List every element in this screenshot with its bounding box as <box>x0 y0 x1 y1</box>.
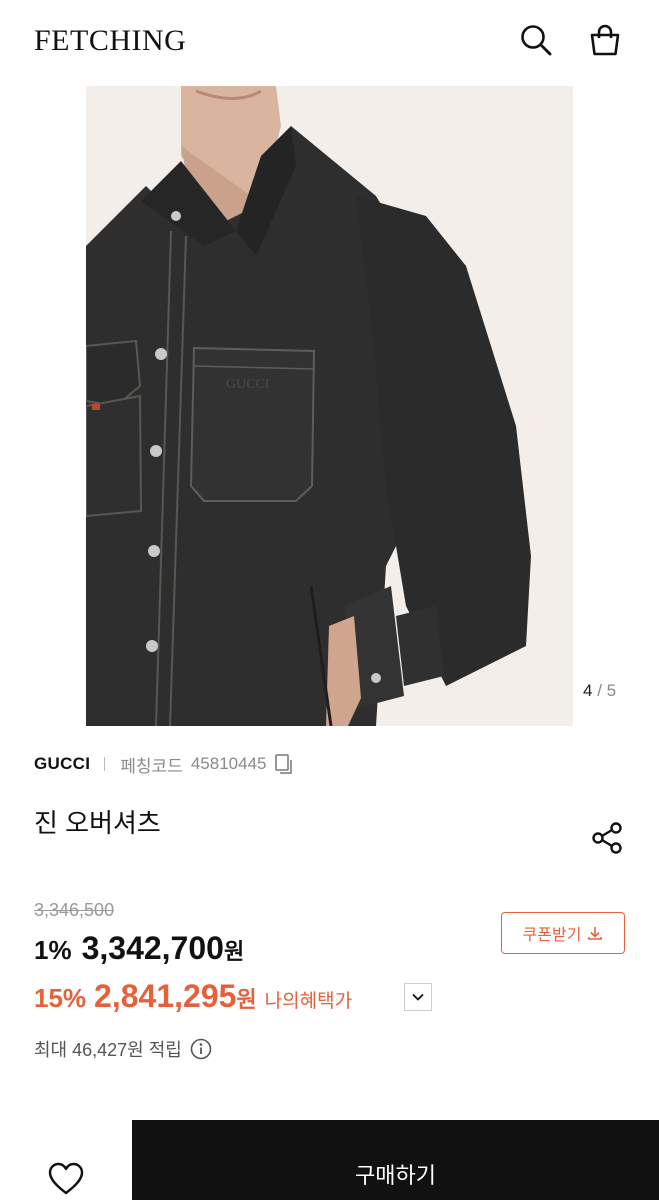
divider <box>104 757 106 771</box>
points-text: 최대 46,427원 적립 <box>34 1040 182 1060</box>
search-icon <box>521 25 552 56</box>
copy-code-button[interactable] <box>274 753 294 775</box>
share-button[interactable] <box>590 820 626 856</box>
coupon-label: 쿠폰받기 <box>522 927 582 944</box>
wishlist-button[interactable] <box>48 1162 84 1196</box>
my-benefit-label: 나의혜택가 <box>264 991 353 1012</box>
download-icon <box>588 927 603 940</box>
product-code: 45810445 <box>190 754 267 773</box>
product-image: GUCCI <box>86 86 573 726</box>
sale-price: 3,342,700 <box>81 930 224 966</box>
sale-price-currency: 원 <box>223 939 245 964</box>
svg-text:GUCCI: GUCCI <box>226 377 270 392</box>
points-info-button[interactable] <box>190 1038 212 1060</box>
product-name: 진 오버셔츠 <box>34 808 161 838</box>
buy-button-label: 구매하기 <box>355 1163 436 1188</box>
original-price: 3,346,500 <box>34 900 115 920</box>
chevron-down-icon <box>412 993 424 1001</box>
image-counter-total: 5 <box>606 681 617 700</box>
info-icon <box>190 1038 212 1060</box>
brand-name[interactable]: GUCCI <box>34 754 90 774</box>
heart-icon <box>48 1162 84 1195</box>
brand-row: GUCCI 페칭코드 45810445 <box>34 752 294 776</box>
bottom-action-bar: 구매하기 <box>0 1120 659 1200</box>
discount-percent: 1% <box>34 935 72 965</box>
header: FETCHING <box>0 0 659 84</box>
benefit-percent: 15% <box>34 983 87 1013</box>
shopping-bag-icon <box>590 24 620 56</box>
product-photo[interactable]: GUCCI <box>86 86 573 726</box>
product-code-label: 페칭코드 <box>120 756 183 776</box>
cart-button[interactable] <box>587 22 623 58</box>
benefit-expand-button[interactable] <box>404 983 432 1011</box>
sale-price-row: 1% 3,342,700 원 <box>34 930 244 970</box>
benefit-price-row: 15% 2,841,295 원 나의혜택가 <box>34 978 352 1018</box>
image-counter: 4 / 5 <box>583 681 616 701</box>
coupon-button[interactable]: 쿠폰받기 <box>501 912 625 954</box>
buy-button[interactable]: 구매하기 <box>132 1120 659 1200</box>
image-counter-separator: / <box>597 681 602 700</box>
points-row: 최대 46,427원 적립 <box>34 1036 212 1062</box>
image-counter-current: 4 <box>583 681 593 700</box>
benefit-price: 2,841,295 <box>94 978 237 1014</box>
product-gallery[interactable]: GUCCI <box>0 86 659 726</box>
copy-icon <box>275 754 293 774</box>
benefit-price-currency: 원 <box>236 987 257 1012</box>
share-icon <box>592 822 622 854</box>
site-logo[interactable]: FETCHING <box>34 24 186 58</box>
search-button[interactable] <box>518 22 554 58</box>
